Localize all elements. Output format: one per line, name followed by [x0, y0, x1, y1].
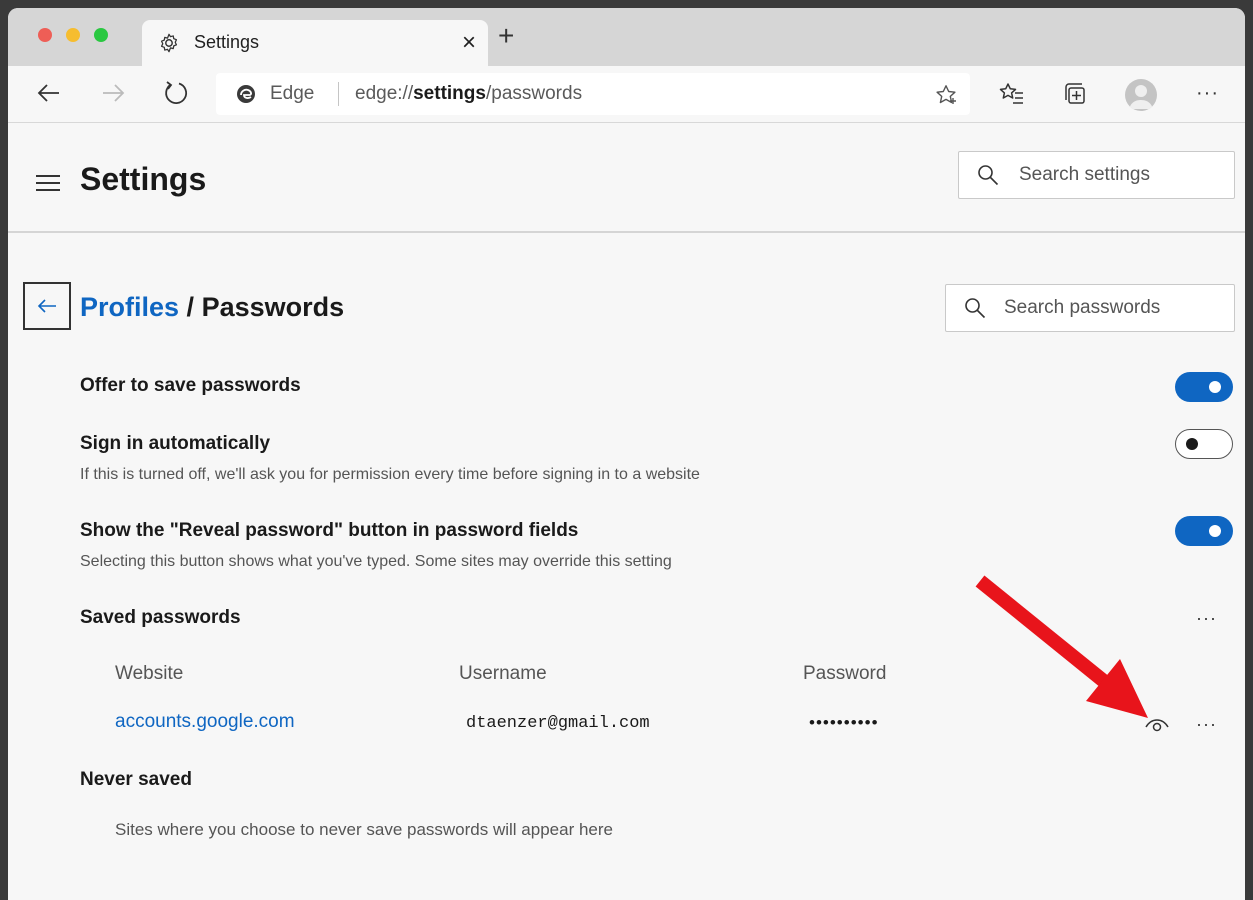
- add-favorite-star-icon[interactable]: [934, 83, 958, 107]
- search-icon: [978, 165, 999, 186]
- saved-password-masked: ••••••••••: [809, 713, 879, 732]
- favorites-icon[interactable]: [998, 80, 1026, 108]
- breadcrumb-current: Passwords: [201, 292, 345, 322]
- column-header-username: Username: [459, 663, 547, 684]
- tab-strip: Settings × +: [8, 8, 1245, 66]
- edge-logo-icon: [237, 85, 255, 103]
- refresh-icon[interactable]: [161, 78, 191, 108]
- toggle-knob: [1209, 525, 1221, 537]
- column-header-password: Password: [803, 663, 887, 684]
- breadcrumb-separator: /: [179, 292, 202, 322]
- setting-sign-in-auto-subtitle: If this is turned off, we'll ask you for…: [80, 466, 700, 483]
- toggle-knob: [1209, 381, 1221, 393]
- setting-offer-save-title: Offer to save passwords: [80, 375, 301, 396]
- search-settings-input[interactable]: Search settings: [958, 151, 1235, 199]
- saved-password-username: dtaenzer@gmail.com: [466, 714, 650, 733]
- saved-passwords-heading: Saved passwords: [80, 607, 241, 628]
- setting-reveal-button-title: Show the "Reveal password" button in pas…: [80, 520, 579, 541]
- toggle-knob: [1186, 438, 1198, 450]
- address-separator: [338, 82, 339, 106]
- profile-avatar[interactable]: [1125, 79, 1157, 111]
- saved-password-website-link[interactable]: accounts.google.com: [115, 711, 295, 733]
- browser-toolbar: Edge edge://settings/passwords ···: [8, 66, 1245, 123]
- column-header-website: Website: [115, 663, 184, 684]
- browser-window: Settings × + Edge edge://settings/passwo…: [8, 8, 1245, 900]
- minimize-window-button[interactable]: [66, 28, 80, 42]
- tab-title: Settings: [194, 32, 260, 52]
- back-arrow-icon: [37, 299, 56, 313]
- close-window-button[interactable]: [38, 28, 52, 42]
- address-bar[interactable]: Edge edge://settings/passwords: [216, 73, 970, 115]
- search-passwords-placeholder: Search passwords: [1004, 297, 1161, 318]
- never-saved-heading: Never saved: [80, 769, 192, 790]
- red-arrow-annotation: [975, 575, 1148, 718]
- tab-settings[interactable]: Settings ×: [142, 20, 488, 66]
- url-suffix: /passwords: [485, 83, 583, 104]
- hamburger-menu-icon[interactable]: [36, 175, 60, 193]
- settings-and-more-button[interactable]: ···: [1196, 83, 1219, 103]
- search-passwords-input[interactable]: Search passwords: [945, 284, 1235, 332]
- back-arrow-icon[interactable]: [34, 78, 64, 108]
- url-bold-segment: settings: [413, 83, 486, 104]
- sign-in-auto-toggle[interactable]: [1175, 429, 1233, 459]
- url-prefix: edge://: [355, 83, 414, 104]
- new-tab-button[interactable]: +: [498, 22, 514, 50]
- collections-icon[interactable]: [1062, 80, 1090, 108]
- never-saved-empty-text: Sites where you choose to never save pas…: [115, 820, 613, 839]
- zoom-window-button[interactable]: [94, 28, 108, 42]
- address-url[interactable]: edge://settings/passwords: [355, 83, 582, 105]
- breadcrumb-profiles-link[interactable]: Profiles: [80, 292, 179, 322]
- reveal-button-toggle[interactable]: [1175, 516, 1233, 546]
- forward-arrow-icon[interactable]: [98, 78, 128, 108]
- page-title: Settings: [80, 161, 207, 197]
- user-icon: [1129, 85, 1153, 109]
- setting-sign-in-auto-title: Sign in automatically: [80, 433, 271, 454]
- search-settings-placeholder: Search settings: [1019, 164, 1150, 185]
- setting-reveal-button-subtitle: Selecting this button shows what you've …: [80, 553, 672, 570]
- settings-header: Settings Search settings: [8, 123, 1245, 233]
- close-tab-button[interactable]: ×: [462, 29, 476, 57]
- back-button[interactable]: [23, 282, 71, 330]
- gear-icon: [160, 33, 178, 53]
- address-brand: Edge: [270, 83, 315, 104]
- search-icon: [965, 298, 986, 319]
- offer-save-toggle[interactable]: [1175, 372, 1233, 402]
- saved-passwords-more-button[interactable]: ···: [1196, 608, 1217, 629]
- breadcrumb: Profiles / Passwords: [80, 292, 344, 323]
- saved-password-row-more-button[interactable]: ···: [1196, 714, 1217, 735]
